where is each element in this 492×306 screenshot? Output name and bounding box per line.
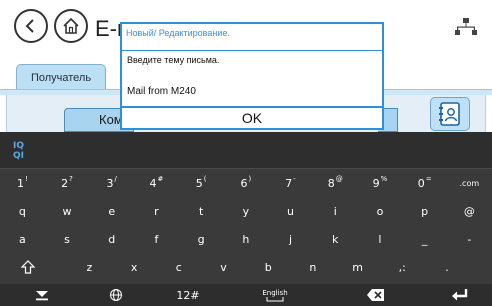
key-0[interactable]: 0 = bbox=[402, 172, 447, 194]
key-sublabel: ! bbox=[24, 175, 28, 183]
key-sublabel: / bbox=[114, 175, 117, 183]
key-r[interactable]: r bbox=[134, 200, 179, 222]
key-m[interactable]: m bbox=[335, 256, 380, 278]
key-9[interactable]: 9% bbox=[358, 172, 403, 194]
key-4[interactable]: 4 # bbox=[134, 172, 179, 194]
key-sublabel: ) bbox=[248, 175, 252, 183]
key-s[interactable]: s bbox=[45, 228, 90, 250]
key-h[interactable]: h bbox=[224, 228, 269, 250]
key-dotcom[interactable]: .com bbox=[447, 172, 492, 194]
shift-key[interactable] bbox=[14, 256, 42, 278]
key-y[interactable]: y bbox=[224, 200, 269, 222]
globe-key[interactable] bbox=[96, 284, 136, 306]
key-7[interactable]: 7- bbox=[268, 172, 313, 194]
key-sublabel: % bbox=[380, 175, 388, 183]
key-sublabel: = bbox=[425, 175, 432, 183]
network-icon bbox=[455, 18, 477, 40]
key-label: 6 bbox=[240, 176, 248, 190]
enter-icon bbox=[452, 289, 468, 301]
key-z[interactable]: z bbox=[67, 256, 112, 278]
key-d[interactable]: d bbox=[89, 228, 134, 250]
hide-keyboard-icon bbox=[36, 291, 48, 301]
space-key[interactable]: English bbox=[240, 284, 310, 306]
dialog-title: Новый/ Редактирование. bbox=[126, 28, 230, 38]
key-f[interactable]: f bbox=[134, 228, 179, 250]
key-label: 0 bbox=[417, 176, 425, 190]
key-period[interactable]: . bbox=[425, 256, 470, 278]
key-label: 8 bbox=[327, 176, 335, 190]
key-label: 5 bbox=[195, 176, 203, 190]
key-v[interactable]: v bbox=[201, 256, 246, 278]
key-sublabel: @ bbox=[335, 175, 343, 183]
home-icon bbox=[63, 17, 79, 34]
key-label: 9 bbox=[372, 176, 380, 190]
ok-button[interactable]: OK bbox=[122, 106, 382, 128]
key-6[interactable]: 6) bbox=[224, 172, 269, 194]
key-t[interactable]: t bbox=[179, 200, 224, 222]
shift-icon bbox=[21, 260, 35, 274]
svg-text:IQ: IQ bbox=[13, 141, 24, 151]
key-label: .com bbox=[459, 178, 480, 188]
key-sublabel: ( bbox=[203, 175, 207, 183]
address-book-button[interactable] bbox=[430, 97, 470, 131]
key-label: 4 bbox=[149, 176, 157, 190]
key-q[interactable]: q bbox=[0, 200, 45, 222]
key-k[interactable]: k bbox=[313, 228, 358, 250]
tab-recipient[interactable]: Получатель bbox=[16, 64, 106, 90]
key-label: 2 bbox=[61, 176, 69, 190]
space-bar-icon bbox=[266, 296, 284, 301]
key-n[interactable]: n bbox=[291, 256, 336, 278]
svg-text:QI: QI bbox=[13, 151, 24, 161]
iq-icon[interactable]: IQ QI bbox=[9, 138, 29, 162]
key-x[interactable]: x bbox=[112, 256, 157, 278]
dialog-prompt: Введите тему письма. bbox=[127, 55, 220, 65]
key-o[interactable]: o bbox=[358, 200, 403, 222]
key-sublabel: # bbox=[157, 175, 164, 183]
back-arrow-icon bbox=[25, 19, 34, 33]
language-label: English bbox=[262, 288, 288, 297]
backspace-key[interactable] bbox=[356, 284, 396, 306]
key-u[interactable]: u bbox=[268, 200, 313, 222]
key-sublabel: ? bbox=[69, 175, 73, 183]
key-label: 1 bbox=[16, 176, 24, 190]
key-g[interactable]: g bbox=[179, 228, 224, 250]
back-button[interactable] bbox=[14, 9, 48, 43]
key-2[interactable]: 2? bbox=[45, 172, 90, 194]
subject-dialog: Новый/ Редактирование. Введите тему пись… bbox=[120, 22, 384, 130]
symbols-key[interactable]: 12# bbox=[166, 284, 210, 306]
key-5[interactable]: 5( bbox=[179, 172, 224, 194]
key-comma[interactable]: ,: bbox=[380, 256, 425, 278]
home-button[interactable] bbox=[54, 9, 88, 43]
key-j[interactable]: j bbox=[268, 228, 313, 250]
key-dash[interactable]: - bbox=[447, 228, 492, 250]
key-underscore[interactable]: _ bbox=[402, 228, 447, 250]
hide-keyboard-key[interactable] bbox=[22, 284, 62, 306]
row-divider bbox=[0, 168, 492, 169]
key-i[interactable]: i bbox=[313, 200, 358, 222]
key-sublabel: - bbox=[293, 175, 296, 183]
address-book-icon bbox=[439, 102, 460, 126]
key-8[interactable]: 8 @ bbox=[313, 172, 358, 194]
subject-input[interactable]: Mail from M240 bbox=[127, 86, 196, 97]
key-b[interactable]: b bbox=[246, 256, 291, 278]
screen: E-r Получатель Ком Новый/ Редактирование… bbox=[0, 0, 492, 306]
key-label: 7 bbox=[285, 176, 293, 190]
backspace-icon bbox=[367, 289, 384, 301]
key-1[interactable]: 1! bbox=[0, 172, 45, 194]
key-label: 3 bbox=[106, 176, 114, 190]
key-e[interactable]: e bbox=[89, 200, 134, 222]
key-c[interactable]: c bbox=[156, 256, 201, 278]
key-at[interactable]: @ bbox=[447, 200, 492, 222]
key-l[interactable]: l bbox=[358, 228, 403, 250]
keyboard-toolbar: IQ QI bbox=[0, 132, 492, 168]
key-p[interactable]: p bbox=[402, 200, 447, 222]
globe-icon bbox=[110, 289, 122, 301]
enter-key[interactable] bbox=[440, 284, 480, 306]
key-3[interactable]: 3/ bbox=[89, 172, 134, 194]
on-screen-keyboard: IQ QI 1! 2? 3/4 #5(6) 7-8 @9% 0 = .com qwertyuio… bbox=[0, 132, 492, 306]
dialog-divider bbox=[122, 50, 382, 51]
key-a[interactable]: a bbox=[0, 228, 45, 250]
key-w[interactable]: w bbox=[45, 200, 90, 222]
